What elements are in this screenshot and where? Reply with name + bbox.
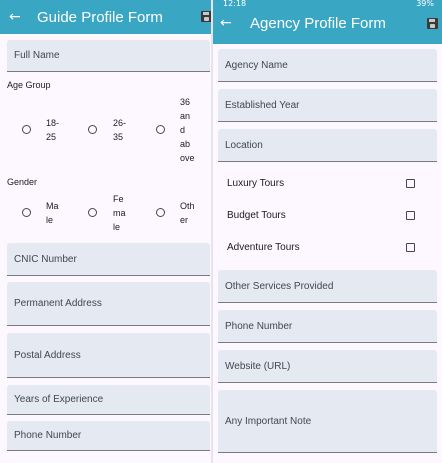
phone-field[interactable]: Phone Number bbox=[7, 421, 210, 451]
postal-address-field[interactable]: Postal Address bbox=[7, 333, 210, 378]
permanent-address-placeholder: Permanent Address bbox=[14, 298, 102, 309]
label-line: an bbox=[180, 111, 191, 121]
age-36-above-label: 36 an d ab ove bbox=[180, 95, 195, 165]
experience-placeholder: Years of Experience bbox=[14, 394, 104, 405]
agency-name-placeholder: Agency Name bbox=[225, 59, 288, 71]
label-line: le bbox=[113, 222, 121, 232]
important-note-placeholder: Any Important Note bbox=[225, 415, 312, 427]
established-year-placeholder: Established Year bbox=[225, 99, 300, 111]
agency-app-bar: 12:18 39% ← Agency Profile Form bbox=[213, 0, 442, 44]
location-placeholder: Location bbox=[225, 139, 263, 151]
status-time: 12:18 bbox=[223, 0, 247, 8]
page-title: Guide Profile Form bbox=[37, 9, 163, 26]
postal-address-placeholder: Postal Address bbox=[14, 349, 81, 361]
age-group-label: Age Group bbox=[7, 80, 51, 90]
gender-female-label: Fe ma le bbox=[113, 192, 126, 234]
agency-profile-screen: 12:18 39% ← Agency Profile Form Agency N… bbox=[213, 0, 442, 463]
guide-app-bar: ← Guide Profile Form bbox=[0, 0, 213, 34]
cnic-placeholder: CNIC Number bbox=[14, 253, 77, 265]
label-line: 26- bbox=[113, 118, 127, 128]
label-line: 36 bbox=[180, 97, 191, 107]
gender-other-radio[interactable] bbox=[156, 208, 165, 217]
label-line: ma bbox=[113, 208, 126, 218]
gender-female-radio[interactable] bbox=[88, 208, 97, 217]
other-services-field[interactable]: Other Services Provided bbox=[218, 270, 437, 303]
back-arrow-icon[interactable]: ← bbox=[9, 9, 21, 25]
label-line: 18- bbox=[46, 118, 60, 128]
experience-field[interactable]: Years of Experience bbox=[7, 385, 210, 415]
status-bar: 12:18 39% bbox=[213, 0, 442, 10]
label-line: 25 bbox=[46, 132, 57, 142]
guide-profile-screen: ← Guide Profile Form Full Name Age Group… bbox=[0, 0, 213, 463]
label-line: 35 bbox=[113, 132, 124, 142]
label-line: Fe bbox=[113, 194, 124, 204]
gender-other-label: Oth er bbox=[180, 199, 195, 227]
cnic-field[interactable]: CNIC Number bbox=[7, 243, 210, 276]
phone-placeholder: Phone Number bbox=[14, 430, 82, 441]
location-field[interactable]: Location bbox=[218, 129, 437, 162]
website-field[interactable]: Website (URL) bbox=[218, 350, 437, 383]
adventure-tours-label: Adventure Tours bbox=[227, 242, 300, 253]
label-line: le bbox=[46, 215, 54, 225]
website-placeholder: Website (URL) bbox=[225, 360, 291, 372]
label-line: ove bbox=[180, 153, 195, 163]
budget-tours-label: Budget Tours bbox=[227, 210, 286, 221]
permanent-address-field[interactable]: Permanent Address bbox=[7, 282, 210, 326]
save-icon[interactable] bbox=[427, 18, 438, 29]
age-18-25-label: 18- 25 bbox=[46, 116, 59, 144]
gender-label: Gender bbox=[7, 177, 38, 187]
label-line: Oth bbox=[180, 201, 195, 211]
luxury-tours-checkbox[interactable] bbox=[406, 179, 415, 188]
budget-tours-checkbox[interactable] bbox=[406, 211, 415, 220]
phone-number-placeholder: Phone Number bbox=[225, 320, 293, 332]
back-arrow-icon[interactable]: ← bbox=[220, 15, 232, 31]
age-36-above-radio[interactable] bbox=[156, 125, 165, 134]
label-line: Ma bbox=[46, 201, 59, 211]
label-line: d bbox=[180, 125, 186, 135]
adventure-tours-checkbox[interactable] bbox=[406, 243, 415, 252]
age-26-35-radio[interactable] bbox=[88, 125, 97, 134]
battery-level: 39% bbox=[416, 0, 434, 8]
important-note-field[interactable]: Any Important Note bbox=[218, 390, 437, 453]
phone-number-field[interactable]: Phone Number bbox=[218, 310, 437, 343]
label-line: er bbox=[180, 215, 189, 225]
other-services-placeholder: Other Services Provided bbox=[225, 280, 334, 292]
agency-name-field[interactable]: Agency Name bbox=[218, 49, 437, 82]
age-26-35-label: 26- 35 bbox=[113, 116, 126, 144]
gender-male-radio[interactable] bbox=[22, 208, 31, 217]
luxury-tours-label: Luxury Tours bbox=[227, 178, 285, 189]
age-18-25-radio[interactable] bbox=[22, 125, 31, 134]
full-name-placeholder: Full Name bbox=[14, 50, 60, 61]
label-line: ab bbox=[180, 139, 191, 149]
full-name-field[interactable]: Full Name bbox=[7, 40, 210, 72]
page-title: Agency Profile Form bbox=[250, 15, 386, 32]
established-year-field[interactable]: Established Year bbox=[218, 89, 437, 122]
gender-male-label: Ma le bbox=[46, 199, 59, 227]
